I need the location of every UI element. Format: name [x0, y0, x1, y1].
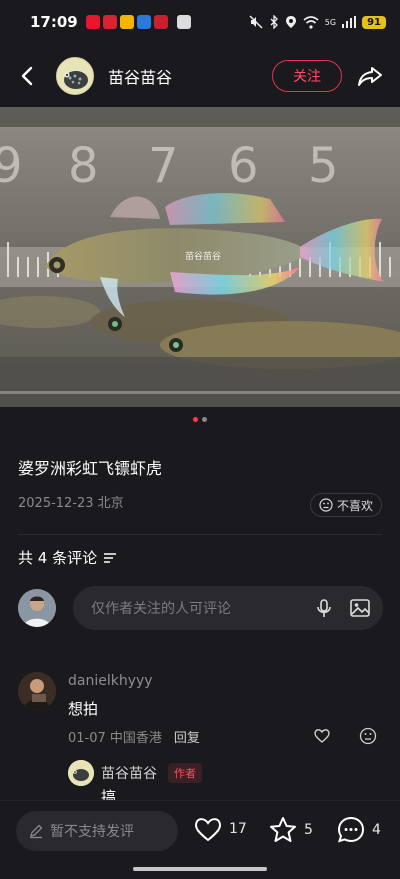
- signal-label: 5G: [324, 17, 337, 27]
- bluetooth-icon: [270, 15, 278, 29]
- reply-author-name[interactable]: 苗谷苗谷: [101, 763, 157, 783]
- comment-bubble-icon: [337, 816, 365, 843]
- pencil-icon: [30, 824, 43, 839]
- heart-icon[interactable]: [313, 727, 331, 745]
- reply-author-avatar[interactable]: [68, 760, 94, 786]
- commenter-avatar[interactable]: [18, 672, 56, 710]
- photo-watermark: 苗谷苗谷: [185, 251, 221, 262]
- location-icon: [285, 16, 296, 28]
- carousel-dot: [193, 417, 198, 422]
- comment-button[interactable]: 4: [336, 815, 381, 845]
- comment-count-bottom: 4: [372, 822, 381, 838]
- app-icon: [119, 15, 134, 29]
- carousel-dot: [202, 417, 207, 422]
- ruler-number: 9: [0, 138, 23, 194]
- ruler-number: 7: [148, 138, 179, 194]
- app-icon: [136, 15, 151, 29]
- back-arrow-icon[interactable]: [16, 64, 40, 88]
- home-indicator[interactable]: [133, 867, 267, 871]
- star-button[interactable]: 5: [268, 815, 313, 845]
- battery-level: 91: [362, 15, 386, 29]
- reply-button[interactable]: 回复: [174, 727, 200, 746]
- sad-face-icon: [319, 498, 333, 512]
- star-icon: [270, 817, 296, 842]
- mute-icon: [249, 15, 263, 29]
- dislike-label: 不喜欢: [336, 498, 373, 513]
- app-icon: [153, 15, 168, 29]
- post-header: 苗谷苗谷 关注: [0, 48, 400, 104]
- comment-input[interactable]: 仅作者关注的人可评论: [73, 586, 383, 630]
- heart-icon: [195, 818, 221, 842]
- bottom-comment-input[interactable]: 暂不支持发评: [16, 811, 178, 851]
- sort-icon[interactable]: [103, 552, 117, 564]
- like-button[interactable]: 17: [193, 815, 247, 843]
- status-bar: 17:09 5G 91: [0, 0, 400, 44]
- app-icon: [102, 15, 117, 29]
- comment-input-placeholder: 仅作者关注的人可评论: [91, 601, 231, 617]
- ruler-number: 8: [68, 138, 99, 194]
- microphone-icon[interactable]: [313, 597, 335, 619]
- dislike-button[interactable]: 不喜欢: [309, 493, 382, 517]
- comment-count-label: 共 4 条评论: [18, 549, 98, 567]
- author-badge: 作者: [168, 763, 202, 783]
- ruler-number: 6: [228, 138, 259, 194]
- author-avatar[interactable]: [56, 57, 94, 95]
- post-title: 婆罗洲彩虹飞镖虾虎: [18, 459, 163, 478]
- like-count: 17: [229, 821, 247, 837]
- divider: [18, 534, 382, 535]
- my-avatar: [18, 589, 56, 627]
- reply-text: 搞: [101, 788, 117, 800]
- star-count: 5: [304, 822, 313, 838]
- comment-date-location: 01-07 中国香港: [68, 731, 162, 746]
- ruler-number: 5: [308, 138, 339, 194]
- bottom-input-placeholder: 暂不支持发评: [50, 824, 134, 840]
- post-date-location: 2025-12-23 北京: [18, 496, 124, 511]
- notification-icons: [85, 15, 191, 29]
- comment-meta: 01-07 中国香港 回复: [68, 727, 200, 746]
- comment-count[interactable]: 共 4 条评论: [18, 547, 117, 568]
- sad-face-icon[interactable]: [359, 727, 377, 745]
- wifi-icon: [303, 15, 319, 29]
- commenter-name[interactable]: danielkhyyy: [68, 673, 153, 689]
- author-name[interactable]: 苗谷苗谷: [108, 64, 172, 88]
- post-photo[interactable]: 98765 苗谷苗谷: [0, 107, 400, 407]
- comment-text: 想拍: [68, 700, 99, 718]
- system-icons: 5G 91: [249, 15, 386, 29]
- follow-button[interactable]: 关注: [272, 60, 342, 92]
- bottom-action-bar: 暂不支持发评 17 5 4: [0, 800, 400, 879]
- carousel-indicator: [0, 417, 400, 422]
- status-time: 17:09: [30, 13, 78, 31]
- signal-icon: [342, 16, 357, 28]
- weibo-icon: [85, 15, 100, 29]
- more-notifications-dot: [176, 15, 191, 29]
- image-icon[interactable]: [349, 597, 371, 619]
- share-icon[interactable]: [356, 62, 384, 90]
